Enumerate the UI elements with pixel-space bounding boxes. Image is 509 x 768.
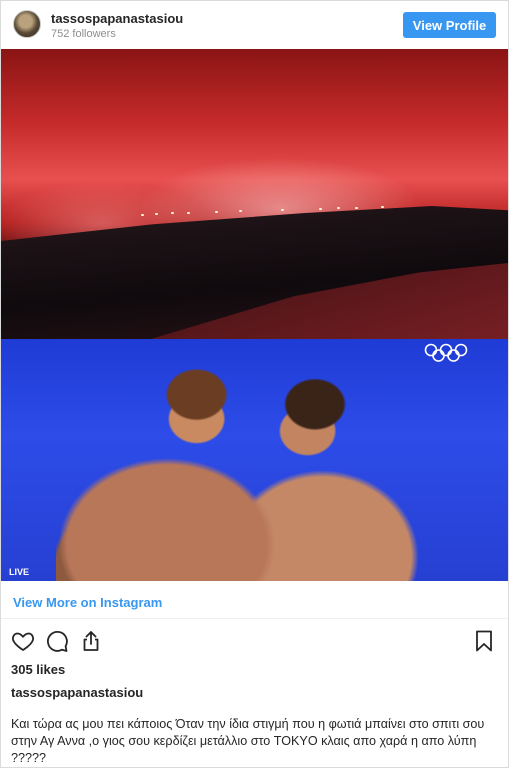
heart-icon[interactable] [11,629,35,653]
avatar[interactable] [13,10,41,38]
pool-celebration-image [1,339,508,581]
post-media[interactable]: LIVE [1,49,508,581]
username[interactable]: tassospapanastasiou [51,11,183,26]
distant-lights [141,206,401,226]
view-profile-button[interactable]: View Profile [403,12,496,38]
save-icon[interactable] [472,629,496,653]
followers-count: 752 followers [51,28,116,40]
caption-text: Και τώρα ας μου πει κάποιος Όταν την ίδι… [11,717,485,765]
comment-icon[interactable] [45,629,69,653]
celebrating-players [56,339,426,581]
olympic-rings-icon [424,343,468,362]
caption-username[interactable]: tassospapanastasiou [11,685,143,700]
likes-count[interactable]: 305 likes [11,662,65,677]
share-icon[interactable] [79,629,103,653]
instagram-embed-card: tassospapanastasiou 752 followers View P… [0,0,509,768]
divider [1,618,508,619]
live-badge: LIVE [9,567,30,577]
wildfire-image [1,49,508,339]
post-header: tassospapanastasiou 752 followers View P… [1,1,508,49]
view-more-link[interactable]: View More on Instagram [13,595,162,610]
